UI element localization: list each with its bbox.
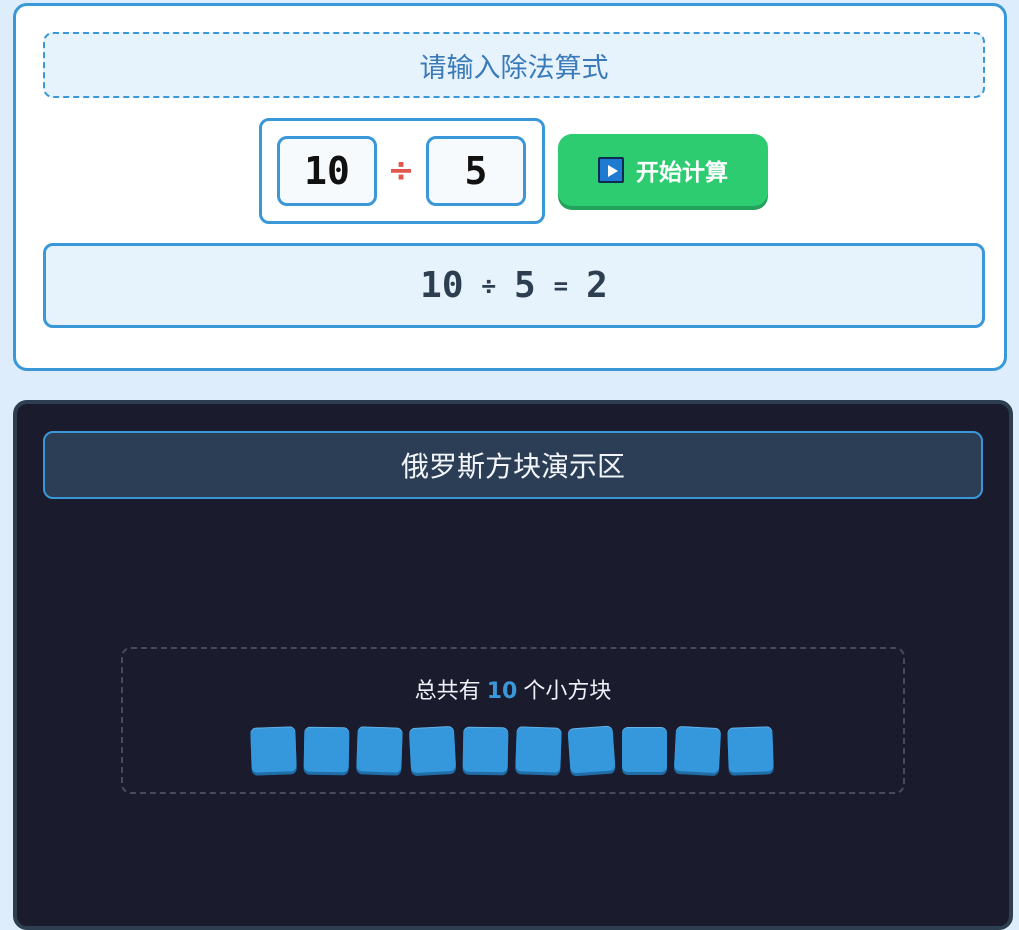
result-display: 10 ÷ 5 = 2	[43, 243, 985, 328]
demo-title: 俄罗斯方块演示区	[43, 431, 983, 499]
start-button-label: 开始计算	[636, 160, 728, 186]
tetris-block	[673, 725, 722, 774]
block-count-text: 总共有 10 个小方块	[123, 673, 903, 705]
tetris-block	[567, 725, 616, 774]
divide-operator: ÷	[387, 151, 415, 189]
start-calculate-button[interactable]: 开始计算	[558, 134, 768, 206]
result-quotient: 2	[586, 265, 608, 306]
count-prefix: 总共有	[414, 679, 481, 704]
tetris-block	[250, 726, 297, 773]
block-row	[250, 725, 774, 775]
result-equals: =	[553, 271, 569, 300]
result-dividend: 10	[420, 265, 464, 306]
result-divisor: 5	[513, 265, 536, 306]
tetris-block	[356, 726, 403, 773]
tetris-block	[462, 726, 509, 773]
dividend-input[interactable]	[277, 136, 377, 206]
tetris-block	[408, 725, 457, 774]
tetris-block	[622, 727, 667, 772]
input-prompt: 请输入除法算式	[43, 32, 985, 98]
divisor-input[interactable]	[426, 136, 526, 206]
input-card: 请输入除法算式 ÷ 开始计算 10 ÷ 5 = 2	[13, 3, 1007, 371]
tetris-block	[727, 726, 774, 773]
count-value: 10	[486, 679, 518, 704]
tetris-block	[303, 726, 350, 773]
result-operator: ÷	[481, 271, 496, 300]
tetris-demo-card: 俄罗斯方块演示区 总共有 10 个小方块	[13, 400, 1013, 930]
play-icon	[598, 157, 624, 183]
division-input-group: ÷	[259, 118, 545, 224]
count-suffix: 个小方块	[523, 679, 612, 704]
block-count-box: 总共有 10 个小方块	[121, 647, 905, 794]
tetris-block	[515, 726, 562, 773]
